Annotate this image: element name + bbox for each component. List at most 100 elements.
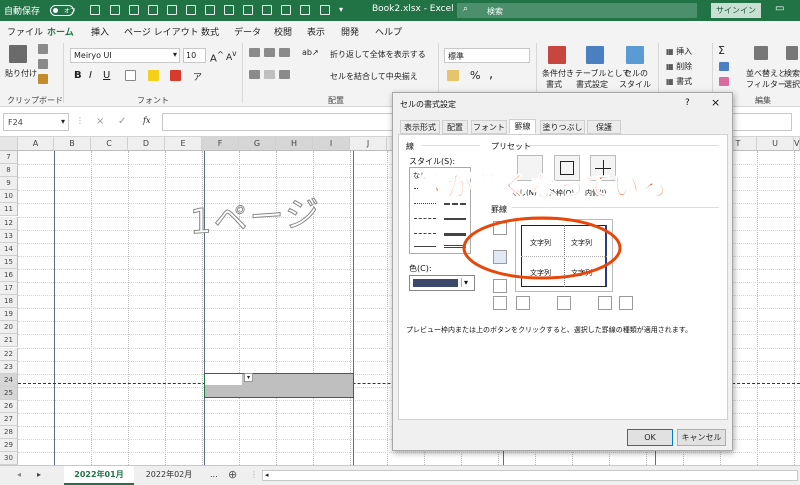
- line-style-option[interactable]: [414, 246, 436, 247]
- format-cells-button[interactable]: ▦ 書式: [666, 76, 692, 87]
- dialog-tab-protection[interactable]: 保護: [587, 120, 621, 134]
- grow-font-button[interactable]: A^: [210, 49, 224, 64]
- dialog-tab-alignment[interactable]: 配置: [442, 120, 468, 134]
- percent-button[interactable]: %: [470, 69, 480, 82]
- sheet-tab-active[interactable]: 2022年01月: [64, 466, 134, 485]
- find-select-label[interactable]: 検索と: [784, 68, 800, 79]
- align-top-icon[interactable]: [249, 48, 260, 57]
- sort-filter-icon[interactable]: [754, 46, 768, 60]
- find-select-icon[interactable]: [786, 46, 798, 60]
- tab-formulas[interactable]: 数式: [201, 25, 219, 38]
- column-header[interactable]: A: [18, 137, 54, 151]
- row-header[interactable]: 20: [0, 321, 18, 335]
- tab-developer[interactable]: 開発: [341, 25, 359, 38]
- cell-styles-icon[interactable]: [626, 46, 644, 64]
- find-select-label2[interactable]: 選択: [784, 79, 800, 90]
- save-alt-icon[interactable]: [110, 5, 120, 15]
- column-header[interactable]: B: [54, 137, 91, 151]
- tab-splitter-icon[interactable]: ⋮: [250, 470, 258, 479]
- ok-button[interactable]: OK: [627, 429, 673, 446]
- align-middle-icon[interactable]: [264, 48, 275, 57]
- filter-icon[interactable]: [243, 5, 253, 15]
- sort-filter-label2[interactable]: フィルター: [746, 79, 786, 90]
- row-header[interactable]: 24: [0, 373, 18, 387]
- touch-mode-icon[interactable]: [148, 5, 158, 15]
- border-diagonal-up-button[interactable]: [493, 296, 507, 310]
- underline-button[interactable]: U: [103, 70, 110, 81]
- column-header[interactable]: G: [239, 137, 276, 151]
- borders-icon[interactable]: [125, 70, 136, 81]
- insert-cells-button[interactable]: ▦ 挿入: [666, 46, 692, 57]
- tab-review[interactable]: 校閲: [274, 25, 292, 38]
- tab-view[interactable]: 表示: [307, 25, 325, 38]
- orientation-button[interactable]: ab↗: [302, 48, 319, 57]
- row-header[interactable]: 12: [0, 216, 18, 230]
- signin-button[interactable]: サインイン: [711, 3, 761, 18]
- phonetic-button[interactable]: ア: [193, 70, 202, 83]
- border-left-button[interactable]: [516, 296, 530, 310]
- italic-button[interactable]: I: [89, 70, 92, 81]
- cell-styles-label2[interactable]: スタイル: [619, 79, 651, 90]
- row-header[interactable]: 27: [0, 413, 18, 427]
- row-header[interactable]: 17: [0, 282, 18, 296]
- row-header[interactable]: 15: [0, 255, 18, 269]
- fill-color-icon[interactable]: [148, 70, 159, 81]
- row-header[interactable]: 9: [0, 177, 18, 191]
- tab-insert[interactable]: 挿入: [91, 25, 109, 38]
- grid-icon[interactable]: [300, 5, 310, 15]
- row-header[interactable]: 29: [0, 439, 18, 453]
- paste-icon[interactable]: [9, 45, 27, 63]
- paste-label[interactable]: 貼り付け: [5, 68, 37, 79]
- format-painter-qa-icon[interactable]: [186, 5, 196, 15]
- conditional-format-icon[interactable]: [548, 46, 566, 64]
- mail-icon[interactable]: [320, 5, 330, 15]
- tab-page-layout[interactable]: ページ レイアウト: [124, 25, 199, 38]
- dialog-tab-border[interactable]: 罫線: [509, 119, 536, 134]
- row-header[interactable]: 30: [0, 452, 18, 466]
- prev-sheet-icon[interactable]: ◂: [17, 470, 21, 479]
- border-right-button[interactable]: [598, 296, 612, 310]
- font-color-icon[interactable]: [170, 70, 181, 81]
- comma-button[interactable]: ,: [489, 67, 493, 82]
- row-header[interactable]: 25: [0, 386, 18, 400]
- border-diagonal-down-button[interactable]: [619, 296, 633, 310]
- row-header[interactable]: 18: [0, 295, 18, 309]
- chart-icon[interactable]: [205, 5, 215, 15]
- row-header[interactable]: 13: [0, 229, 18, 243]
- tab-file[interactable]: ファイル: [7, 25, 43, 38]
- currency-icon[interactable]: [447, 70, 459, 81]
- cell-styles-label[interactable]: セルの: [624, 68, 648, 79]
- quick-analysis-icon[interactable]: ▾: [244, 373, 253, 382]
- close-button[interactable]: ×: [711, 96, 720, 109]
- format-table-label[interactable]: テーブルとして: [575, 68, 630, 79]
- horizontal-scrollbar[interactable]: ◂: [262, 470, 798, 481]
- row-header[interactable]: 14: [0, 242, 18, 256]
- active-cell[interactable]: [205, 374, 242, 385]
- column-header[interactable]: V: [794, 137, 800, 151]
- dialog-tab-number[interactable]: 表示形式: [400, 120, 440, 134]
- row-header[interactable]: 8: [0, 164, 18, 178]
- sheet-tab[interactable]: 2022年02月: [136, 466, 202, 485]
- column-header[interactable]: J: [350, 137, 387, 151]
- row-header[interactable]: 16: [0, 268, 18, 282]
- delete-cells-button[interactable]: ▦ 削除: [666, 61, 692, 72]
- enter-icon[interactable]: ✓: [118, 116, 126, 127]
- autosum-icon[interactable]: Σ: [718, 44, 725, 57]
- row-header[interactable]: 19: [0, 308, 18, 322]
- insert-function-button[interactable]: fx: [143, 116, 150, 125]
- ribbon-display-icon[interactable]: ▭: [775, 3, 784, 14]
- column-header[interactable]: U: [757, 137, 794, 151]
- merge-center-button[interactable]: セルを結合して中央揃え: [330, 71, 418, 82]
- column-header[interactable]: H: [276, 137, 313, 151]
- font-size-select[interactable]: 10: [183, 48, 206, 63]
- row-header[interactable]: 28: [0, 426, 18, 440]
- align-bottom-icon[interactable]: [279, 48, 290, 57]
- format-table-icon[interactable]: [586, 46, 604, 64]
- customize-qa-icon[interactable]: ▾: [339, 5, 349, 15]
- font-name-select[interactable]: Meiryo UI ▾: [70, 48, 180, 63]
- shrink-font-button[interactable]: Av: [226, 49, 237, 63]
- sort-filter-label[interactable]: 並べ替えと: [746, 68, 786, 79]
- conditional-format-label[interactable]: 条件付き: [542, 68, 574, 79]
- search-box[interactable]: ⌕ 検索: [457, 3, 697, 18]
- print-icon[interactable]: [129, 5, 139, 15]
